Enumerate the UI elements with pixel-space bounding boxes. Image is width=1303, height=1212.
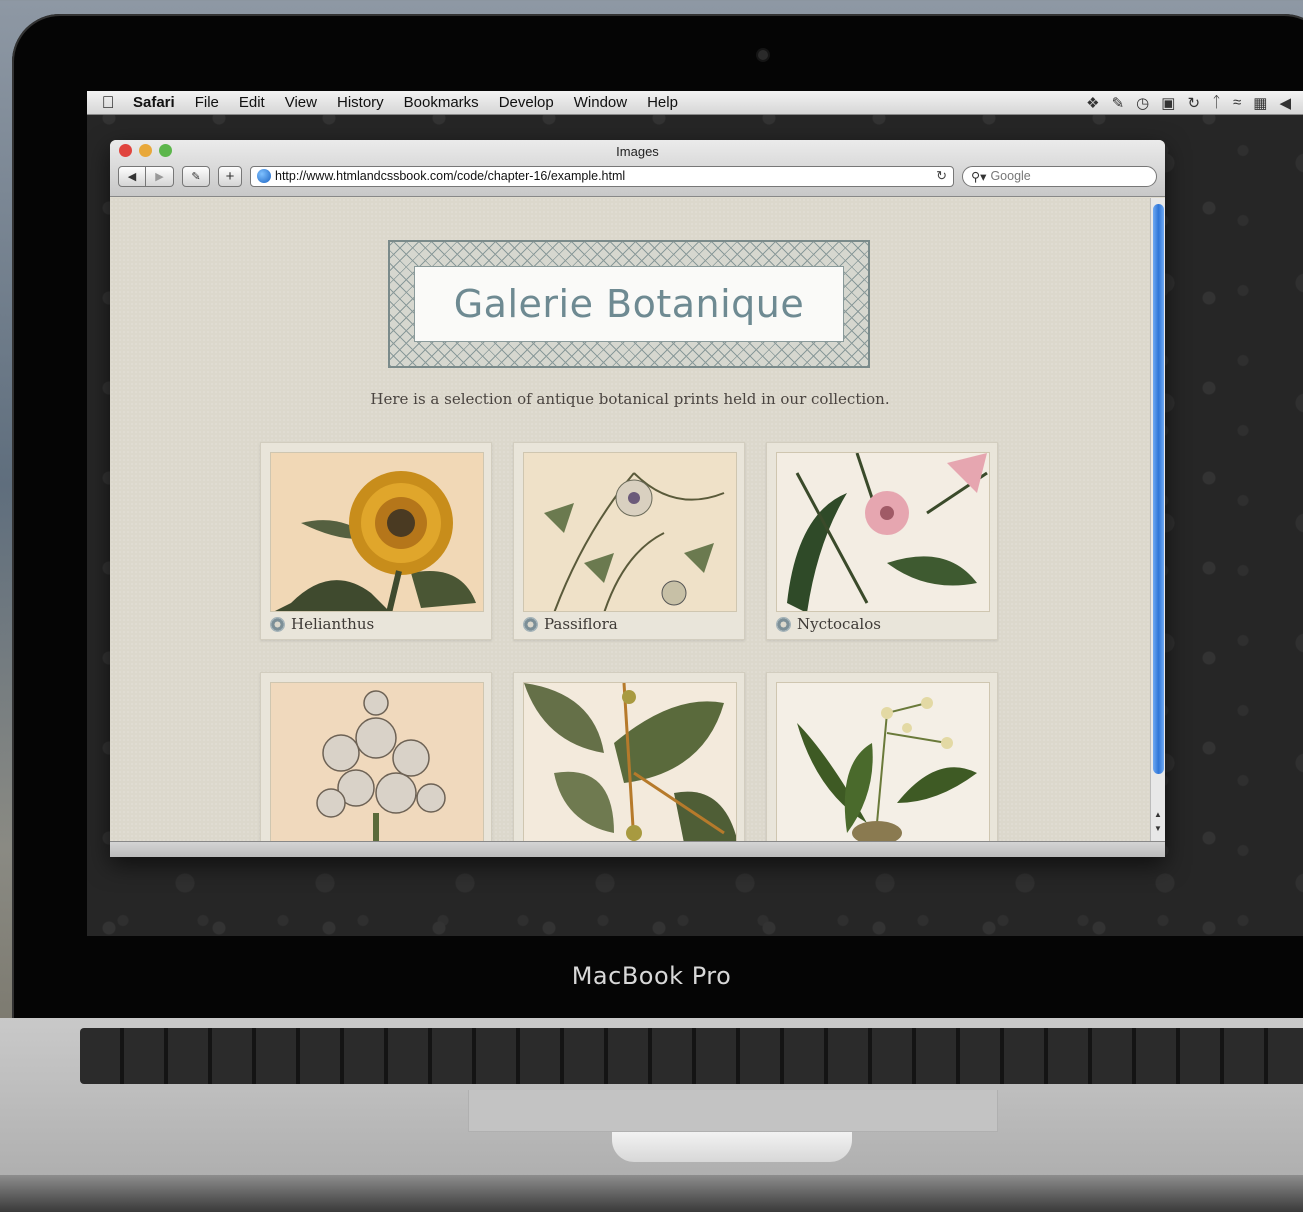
safari-window: Images ◀ ▶ ✎ + http://www.htmlandcssbook… (110, 140, 1165, 857)
sync-icon[interactable]: ↻ (1187, 94, 1200, 112)
search-icon: ⚲▾ (971, 169, 987, 184)
menu-develop[interactable]: Develop (489, 94, 564, 111)
menu-history[interactable]: History (327, 94, 394, 111)
gallery-card[interactable]: Helianthus (260, 442, 492, 640)
menu-file[interactable]: File (185, 94, 229, 111)
gallery-card[interactable]: Nyctocalos (766, 442, 998, 640)
browser-toolbar: ◀ ▶ ✎ + http://www.htmlandcssbook.com/co… (118, 165, 1157, 187)
gallery-card[interactable] (513, 672, 745, 841)
menu-edit[interactable]: Edit (229, 94, 275, 111)
caption-text: Helianthus (291, 615, 375, 633)
intro-text: Here is a selection of antique botanical… (370, 390, 890, 408)
volume-icon[interactable]: ◀ (1279, 94, 1291, 112)
search-placeholder: Google (990, 169, 1031, 183)
helianthus-print[interactable] (270, 452, 484, 612)
back-arrow-icon: ◀ (127, 170, 137, 183)
scroll-up-icon[interactable]: ▲ (1154, 810, 1162, 819)
reload-icon[interactable]: ↻ (936, 168, 947, 184)
gallery-caption: Helianthus (270, 615, 374, 633)
time-machine-icon[interactable]: ◷ (1136, 94, 1149, 112)
evernote-extension-button[interactable]: ✎ (182, 165, 210, 187)
menu-window[interactable]: Window (564, 94, 637, 111)
evernote-icon[interactable]: ✎ (1112, 94, 1125, 112)
add-bookmark-button[interactable]: + (218, 165, 242, 187)
forward-arrow-icon: ▶ (155, 170, 164, 183)
gallery-card[interactable] (766, 672, 998, 841)
gear-icon (776, 616, 791, 632)
nav-buttons: ◀ ▶ (118, 165, 174, 187)
status-menu-area: ❖ ✎ ◷ ▣ ↻ ᛏ ≈ ▦ ◀ (1086, 94, 1303, 112)
gear-icon (523, 616, 538, 632)
back-button[interactable]: ◀ (118, 165, 146, 187)
caption-text: Passiflora (544, 615, 618, 633)
scroll-down-icon[interactable]: ▼ (1154, 824, 1162, 833)
gallery-print-5[interactable] (523, 682, 737, 841)
window-title: Images (616, 144, 659, 159)
gallery-print-4[interactable] (270, 682, 484, 841)
desktop:  Safari File Edit View History Bookmark… (87, 91, 1303, 936)
menu-view[interactable]: View (275, 94, 327, 111)
trackpad (468, 1090, 998, 1132)
menu-help[interactable]: Help (637, 94, 688, 111)
menu-bar:  Safari File Edit View History Bookmark… (87, 91, 1303, 115)
address-bar[interactable]: http://www.htmlandcssbook.com/code/chapt… (250, 165, 954, 187)
forward-button[interactable]: ▶ (146, 165, 174, 187)
gallery-caption: Nyctocalos (776, 615, 881, 633)
menu-bookmarks[interactable]: Bookmarks (394, 94, 489, 111)
keyboard (80, 1028, 1303, 1084)
apple-menu-icon[interactable]:  (87, 93, 129, 113)
globe-icon (257, 169, 271, 183)
wifi-icon[interactable]: ≈ (1233, 94, 1241, 112)
site-logo[interactable]: Galerie Botanique (388, 240, 870, 368)
logo-panel: Galerie Botanique (414, 266, 844, 342)
gear-icon (270, 616, 285, 632)
camera-icon (758, 50, 768, 60)
scroll-thumb[interactable] (1153, 204, 1164, 774)
title-bar[interactable]: Images ◀ ▶ ✎ + http://www.htmlandcssbook… (110, 140, 1165, 197)
display-icon[interactable]: ▣ (1161, 94, 1175, 112)
vertical-scrollbar[interactable]: ▲ ▼ (1150, 198, 1165, 841)
gallery-card[interactable] (260, 672, 492, 841)
page-content: Galerie Botanique Here is a selection of… (110, 198, 1150, 841)
lid-notch (612, 1132, 852, 1162)
desk-shadow (0, 1175, 1303, 1212)
gallery-card[interactable]: Passiflora (513, 442, 745, 640)
bluetooth-icon[interactable]: ᛏ (1212, 94, 1221, 112)
status-bar (110, 841, 1165, 857)
gallery-print-6[interactable] (776, 682, 990, 841)
evernote-icon: ✎ (191, 170, 201, 183)
keyboard-icon[interactable]: ▦ (1253, 94, 1267, 112)
dropbox-icon[interactable]: ❖ (1086, 94, 1099, 112)
search-field[interactable]: ⚲▾ Google (962, 165, 1157, 187)
menu-app-safari[interactable]: Safari (129, 94, 185, 111)
device-label: MacBook Pro (571, 962, 732, 990)
gallery-caption: Passiflora (523, 615, 618, 633)
caption-text: Nyctocalos (797, 615, 881, 633)
plus-icon: + (225, 167, 235, 185)
url-text[interactable]: http://www.htmlandcssbook.com/code/chapt… (275, 169, 936, 183)
logo-title: Galerie Botanique (453, 282, 805, 326)
passiflora-print[interactable] (523, 452, 737, 612)
nyctocalos-print[interactable] (776, 452, 990, 612)
